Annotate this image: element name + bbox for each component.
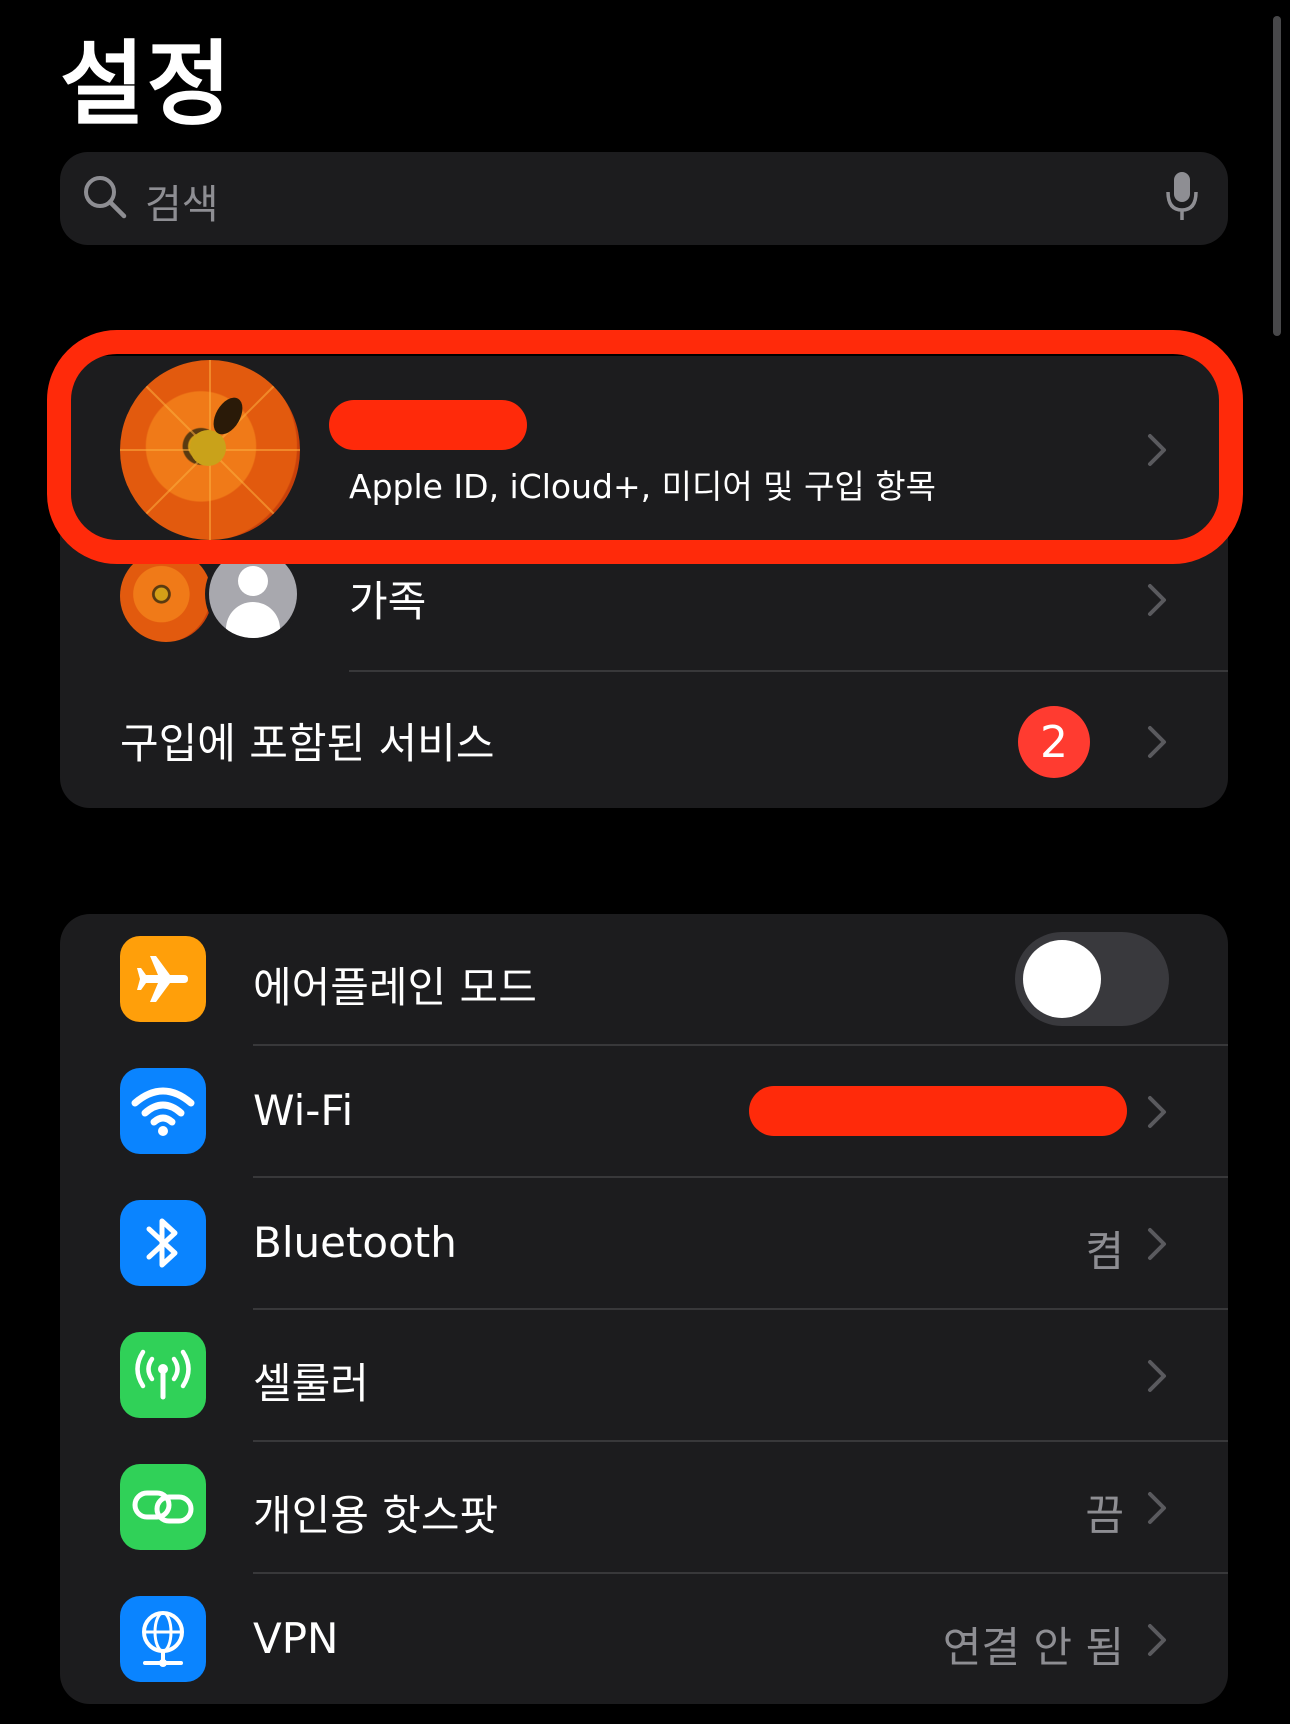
- bluetooth-label: Bluetooth: [253, 1218, 457, 1267]
- personal-hotspot-label: 개인용 핫스팟: [253, 1491, 499, 1540]
- microphone-icon[interactable]: [1164, 170, 1200, 226]
- bluetooth-row[interactable]: Bluetooth 켬: [60, 1178, 1228, 1310]
- connectivity-card: 에어플레인 모드 Wi-Fi Bluetooth 켬 셀룰러 개인용 핫스팟 끔…: [60, 914, 1228, 1704]
- bluetooth-status: 켬: [1085, 1227, 1124, 1276]
- cellular-row[interactable]: 셀룰러: [60, 1310, 1228, 1442]
- chevron-right-icon: [1146, 1226, 1168, 1266]
- cellular-antenna-icon: [120, 1332, 206, 1418]
- chevron-right-icon: [1146, 1358, 1168, 1398]
- wifi-icon: [120, 1068, 206, 1154]
- chevron-right-icon: [1146, 1490, 1168, 1530]
- bluetooth-icon: [120, 1200, 206, 1286]
- family-label: 가족: [349, 577, 427, 626]
- search-bar[interactable]: 검색: [60, 152, 1228, 245]
- redacted-network-name: [749, 1086, 1127, 1136]
- search-icon: [80, 172, 130, 226]
- airplane-mode-label: 에어플레인 모드: [253, 963, 537, 1012]
- hotspot-link-icon: [120, 1464, 206, 1550]
- chevron-right-icon: [1146, 724, 1168, 764]
- chevron-right-icon: [1146, 1094, 1168, 1134]
- vpn-row[interactable]: VPN 연결 안 됨: [60, 1574, 1228, 1704]
- vpn-globe-icon: [120, 1596, 206, 1682]
- notification-badge: 2: [1018, 706, 1090, 778]
- cellular-label: 셀룰러: [253, 1359, 369, 1408]
- page-title: 설정: [60, 31, 234, 138]
- toggle-knob: [1023, 940, 1101, 1018]
- scrollbar[interactable]: [1273, 16, 1281, 336]
- personal-hotspot-status: 끔: [1085, 1491, 1124, 1540]
- search-input[interactable]: 검색: [145, 172, 219, 230]
- personal-hotspot-row[interactable]: 개인용 핫스팟 끔: [60, 1442, 1228, 1574]
- airplane-mode-toggle[interactable]: [1015, 932, 1169, 1026]
- services-label: 구입에 포함된 서비스: [120, 719, 495, 768]
- highlight-annotation: [47, 330, 1243, 564]
- vpn-label: VPN: [253, 1614, 339, 1663]
- chevron-right-icon: [1146, 1622, 1168, 1662]
- chevron-right-icon: [1146, 582, 1168, 622]
- airplane-icon: [120, 936, 206, 1022]
- wifi-label: Wi-Fi: [253, 1086, 354, 1135]
- vpn-status: 연결 안 됨: [942, 1623, 1124, 1672]
- separator: [349, 670, 1228, 672]
- wifi-row[interactable]: Wi-Fi: [60, 1046, 1228, 1178]
